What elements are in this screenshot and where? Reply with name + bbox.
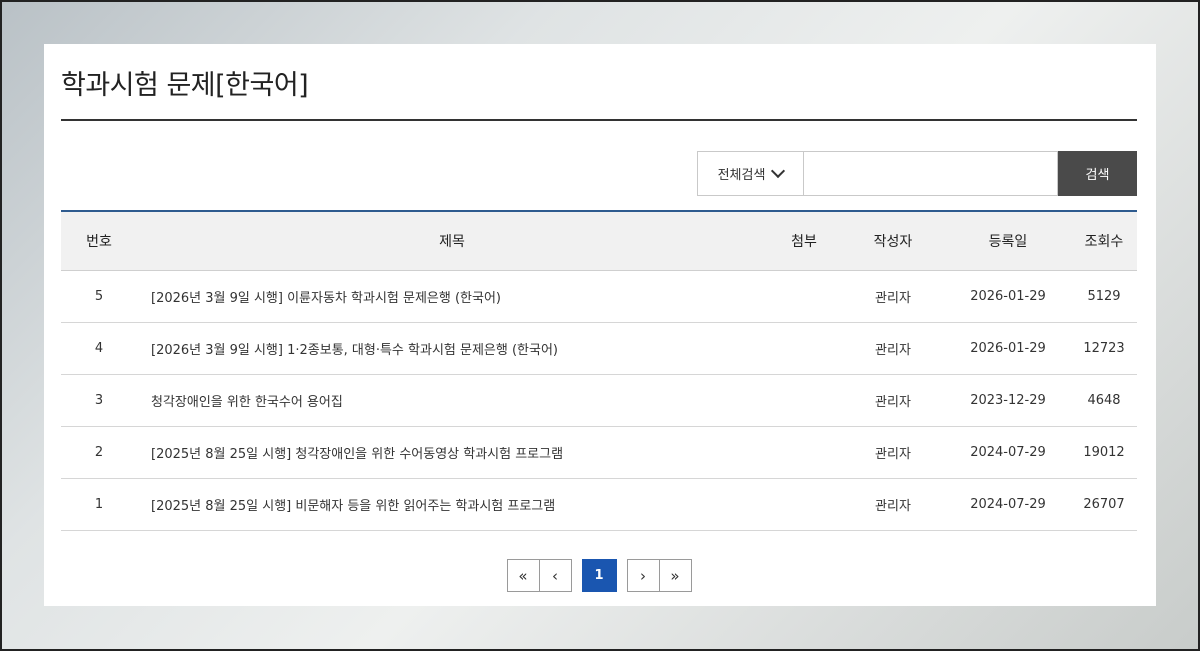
col-header-author: 작성자 xyxy=(841,211,945,271)
row-subject-link[interactable]: [2025년 8월 25일 시행] 청각장애인을 위한 수어동영상 학과시험 프… xyxy=(137,426,767,479)
row-date: 2026-01-29 xyxy=(945,270,1071,323)
row-author: 관리자 xyxy=(841,374,945,427)
row-number: 3 xyxy=(61,374,137,427)
search-input[interactable] xyxy=(803,151,1058,196)
col-header-number: 번호 xyxy=(61,211,137,271)
page-button-current[interactable]: 1 xyxy=(581,559,617,592)
row-date: 2024-07-29 xyxy=(945,426,1071,479)
row-number: 1 xyxy=(61,478,137,531)
prev-page-button[interactable]: ‹ xyxy=(538,559,572,592)
row-subject-link[interactable]: [2026년 3월 9일 시행] 1·2종보통, 대형·특수 학과시험 문제은행… xyxy=(137,322,767,375)
table-row: 4 [2026년 3월 9일 시행] 1·2종보통, 대형·특수 학과시험 문제… xyxy=(61,322,1137,375)
table-row: 1 [2025년 8월 25일 시행] 비문해자 등을 위한 읽어주는 학과시험… xyxy=(61,478,1137,531)
table-row: 3 청각장애인을 위한 한국수어 용어집 관리자 2023-12-29 4648 xyxy=(61,374,1137,427)
board-panel: 학과시험 문제[한국어] 전체검색 검색 번호 제목 첨부 작성자 등록일 조회… xyxy=(44,44,1156,606)
row-date: 2026-01-29 xyxy=(945,322,1071,375)
row-author: 관리자 xyxy=(841,270,945,323)
row-attachment xyxy=(767,374,841,427)
pagination: « ‹ 1 › » xyxy=(61,559,1137,592)
table-header-row: 번호 제목 첨부 작성자 등록일 조회수 xyxy=(61,211,1137,271)
first-page-button[interactable]: « xyxy=(506,559,540,592)
board-table: 번호 제목 첨부 작성자 등록일 조회수 5 [2026년 3월 9일 시행] … xyxy=(61,210,1137,531)
row-date: 2023-12-29 xyxy=(945,374,1071,427)
next-page-button[interactable]: › xyxy=(626,559,660,592)
row-attachment xyxy=(767,270,841,323)
row-author: 관리자 xyxy=(841,426,945,479)
row-views: 5129 xyxy=(1071,270,1137,323)
row-views: 19012 xyxy=(1071,426,1137,479)
row-views: 12723 xyxy=(1071,322,1137,375)
row-views: 4648 xyxy=(1071,374,1137,427)
row-number: 5 xyxy=(61,270,137,323)
chevron-down-icon xyxy=(771,163,786,179)
col-header-subject: 제목 xyxy=(137,211,767,271)
search-scope-select[interactable]: 전체검색 xyxy=(697,151,803,196)
table-row: 2 [2025년 8월 25일 시행] 청각장애인을 위한 수어동영상 학과시험… xyxy=(61,426,1137,479)
row-views: 26707 xyxy=(1071,478,1137,531)
row-author: 관리자 xyxy=(841,322,945,375)
search-button[interactable]: 검색 xyxy=(1058,151,1137,196)
row-attachment xyxy=(767,322,841,375)
search-bar: 전체검색 검색 xyxy=(61,151,1137,196)
title-divider xyxy=(61,119,1137,121)
row-subject-link[interactable]: [2025년 8월 25일 시행] 비문해자 등을 위한 읽어주는 학과시험 프… xyxy=(137,478,767,531)
row-number: 2 xyxy=(61,426,137,479)
row-date: 2024-07-29 xyxy=(945,478,1071,531)
row-number: 4 xyxy=(61,322,137,375)
row-attachment xyxy=(767,426,841,479)
row-subject-link[interactable]: 청각장애인을 위한 한국수어 용어집 xyxy=(137,374,767,427)
search-scope-label: 전체검색 xyxy=(717,168,766,183)
row-author: 관리자 xyxy=(841,478,945,531)
col-header-date: 등록일 xyxy=(945,211,1071,271)
table-row: 5 [2026년 3월 9일 시행] 이륜자동차 학과시험 문제은행 (한국어)… xyxy=(61,270,1137,323)
row-attachment xyxy=(767,478,841,531)
col-header-attachment: 첨부 xyxy=(767,211,841,271)
row-subject-link[interactable]: [2026년 3월 9일 시행] 이륜자동차 학과시험 문제은행 (한국어) xyxy=(137,270,767,323)
page-title: 학과시험 문제[한국어] xyxy=(61,70,309,101)
last-page-button[interactable]: » xyxy=(658,559,692,592)
col-header-views: 조회수 xyxy=(1071,211,1137,271)
